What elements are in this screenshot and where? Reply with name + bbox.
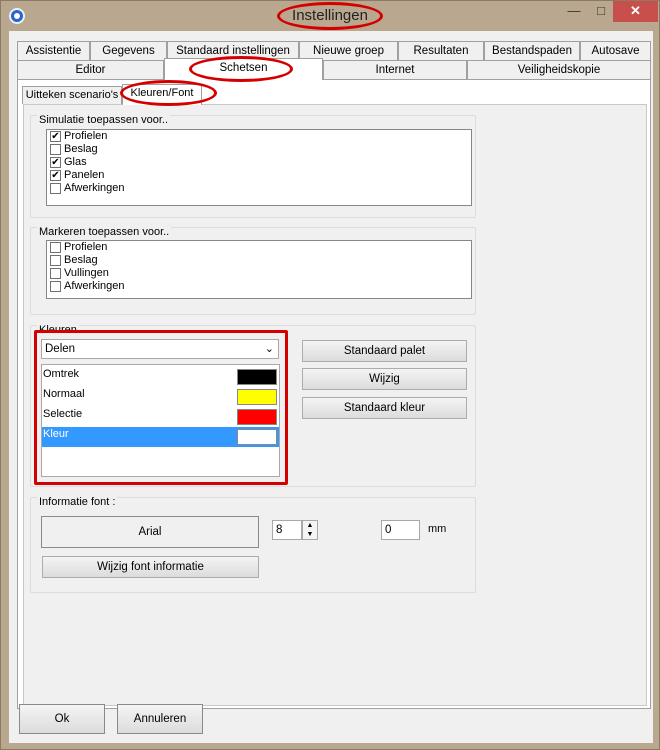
color-label: Kleur — [43, 428, 69, 440]
tab-bestandspaden[interactable]: Bestandspaden — [484, 41, 580, 61]
color-label: Omtrek — [43, 368, 80, 380]
ok-button[interactable]: Ok — [19, 704, 105, 734]
font-size-spinner[interactable]: ▲ ▼ — [302, 520, 318, 540]
checkbox-item[interactable]: Afwerkingen — [47, 280, 471, 293]
color-swatch-omtrek — [237, 369, 277, 385]
font-size-input[interactable]: 8 — [272, 520, 302, 540]
color-row-normaal[interactable]: Normaal — [42, 387, 279, 407]
tab-internet[interactable]: Internet — [323, 60, 467, 80]
font-group: Informatie font : Arial 8 ▲ ▼ 0 mm Wijzi… — [30, 496, 476, 593]
kleuren-combo[interactable]: Delen ⌄ — [41, 339, 279, 359]
spin-up-icon[interactable]: ▲ — [303, 521, 317, 530]
checkbox[interactable]: ✔ — [50, 157, 61, 168]
tab-row-bottom: Editor Schetsen Internet Veiligheidskopi… — [17, 58, 651, 80]
dialog-client: Assistentie Gegevens Standaard instellin… — [9, 31, 653, 743]
markeren-group: Markeren toepassen voor.. Profielen Besla… — [30, 226, 476, 315]
wijzig-button[interactable]: Wijzig — [302, 368, 467, 390]
checkbox-label: Profielen — [64, 130, 108, 142]
checkbox-label: Afwerkingen — [64, 182, 125, 194]
checkbox-item[interactable]: ✔ Panelen — [47, 169, 471, 182]
color-swatch-selectie — [237, 409, 277, 425]
checkbox-item[interactable]: Afwerkingen — [47, 182, 471, 195]
checkbox-label: Profielen — [64, 241, 108, 253]
subtab-uitteken-scenarios[interactable]: Uitteken scenario's — [22, 86, 122, 104]
title-bar[interactable]: Instellingen — □ ✕ — [1, 1, 659, 31]
settings-window: Instellingen — □ ✕ Assistentie Gegevens … — [0, 0, 660, 750]
checkbox[interactable] — [50, 255, 61, 266]
font-preview: Arial — [41, 516, 259, 548]
checkbox[interactable] — [50, 144, 61, 155]
tab-panel-schetsen: Uitteken scenario's Kleuren/Font Simulat… — [17, 79, 651, 709]
offset-unit: mm — [428, 523, 447, 535]
maximize-button[interactable]: □ — [588, 1, 614, 22]
checkbox-item[interactable]: Profielen — [47, 241, 471, 254]
checkbox-item[interactable]: Beslag — [47, 254, 471, 267]
simulatie-group: Simulatie toepassen voor.. ✔ Profielen Bes… — [30, 114, 476, 218]
checkbox-item[interactable]: Beslag — [47, 143, 471, 156]
checkbox[interactable]: ✔ — [50, 131, 61, 142]
tab-gegevens[interactable]: Gegevens — [90, 41, 167, 61]
tab-resultaten[interactable]: Resultaten — [398, 41, 484, 61]
minimize-button[interactable]: — — [561, 1, 587, 22]
kleuren-combo-value: Delen — [45, 343, 76, 355]
wijzig-font-button[interactable]: Wijzig font informatie — [42, 556, 259, 578]
checkbox[interactable]: ✔ — [50, 170, 61, 181]
kleuren-group: Kleuren Delen ⌄ Omtrek Normaal Selectie … — [30, 324, 476, 487]
color-row-kleur[interactable]: Kleur — [42, 427, 279, 447]
color-swatch-normaal — [237, 389, 277, 405]
simulatie-title: Simulatie toepassen voor.. — [37, 114, 171, 126]
checkbox-label: Panelen — [64, 169, 105, 181]
checkbox-item[interactable]: ✔ Profielen — [47, 130, 471, 143]
kleuren-font-panel: Simulatie toepassen voor.. ✔ Profielen Bes… — [23, 104, 647, 706]
simulatie-list[interactable]: ✔ Profielen Beslag ✔ Glas ✔ Panelen Afwerkingen — [46, 129, 472, 206]
checkbox-item[interactable]: Vullingen — [47, 267, 471, 280]
close-button[interactable]: ✕ — [613, 1, 658, 22]
tab-autosave[interactable]: Autosave — [580, 41, 651, 61]
color-list[interactable]: Omtrek Normaal Selectie Kleur — [41, 364, 280, 477]
spin-down-icon[interactable]: ▼ — [303, 530, 317, 539]
offset-input[interactable]: 0 — [381, 520, 420, 540]
markeren-title: Markeren toepassen voor.. — [37, 226, 172, 238]
color-label: Normaal — [43, 388, 85, 400]
checkbox-label: Afwerkingen — [64, 280, 125, 292]
checkbox[interactable] — [50, 242, 61, 253]
title-highlight-ellipse — [277, 2, 383, 30]
checkbox-label: Glas — [64, 156, 87, 168]
standaard-palet-button[interactable]: Standaard palet — [302, 340, 467, 362]
kleuren-title: Kleuren — [37, 324, 79, 336]
checkbox-label: Vullingen — [64, 267, 109, 279]
tab-schetsen[interactable]: Schetsen — [164, 58, 323, 80]
tab-veiligheidskopie[interactable]: Veiligheidskopie — [467, 60, 651, 80]
color-row-omtrek[interactable]: Omtrek — [42, 367, 279, 387]
subtab-kleuren-font[interactable]: Kleuren/Font — [122, 84, 202, 105]
chevron-down-icon[interactable]: ⌄ — [265, 340, 274, 358]
font-title: Informatie font : — [37, 496, 118, 508]
annuleren-button[interactable]: Annuleren — [117, 704, 203, 734]
checkbox[interactable] — [50, 268, 61, 279]
tab-editor[interactable]: Editor — [17, 60, 164, 80]
color-label: Selectie — [43, 408, 83, 420]
tab-assistentie[interactable]: Assistentie — [17, 41, 90, 61]
standaard-kleur-button[interactable]: Standaard kleur — [302, 397, 467, 419]
color-swatch-kleur — [237, 429, 277, 445]
checkbox-label: Beslag — [64, 254, 98, 266]
checkbox-label: Beslag — [64, 143, 98, 155]
color-row-selectie[interactable]: Selectie — [42, 407, 279, 427]
tab-row-top: Assistentie Gegevens Standaard instellin… — [17, 41, 651, 61]
checkbox[interactable] — [50, 281, 61, 292]
markeren-list[interactable]: Profielen Beslag Vullingen Afwerkingen — [46, 240, 472, 299]
checkbox-item[interactable]: ✔ Glas — [47, 156, 471, 169]
checkbox[interactable] — [50, 183, 61, 194]
